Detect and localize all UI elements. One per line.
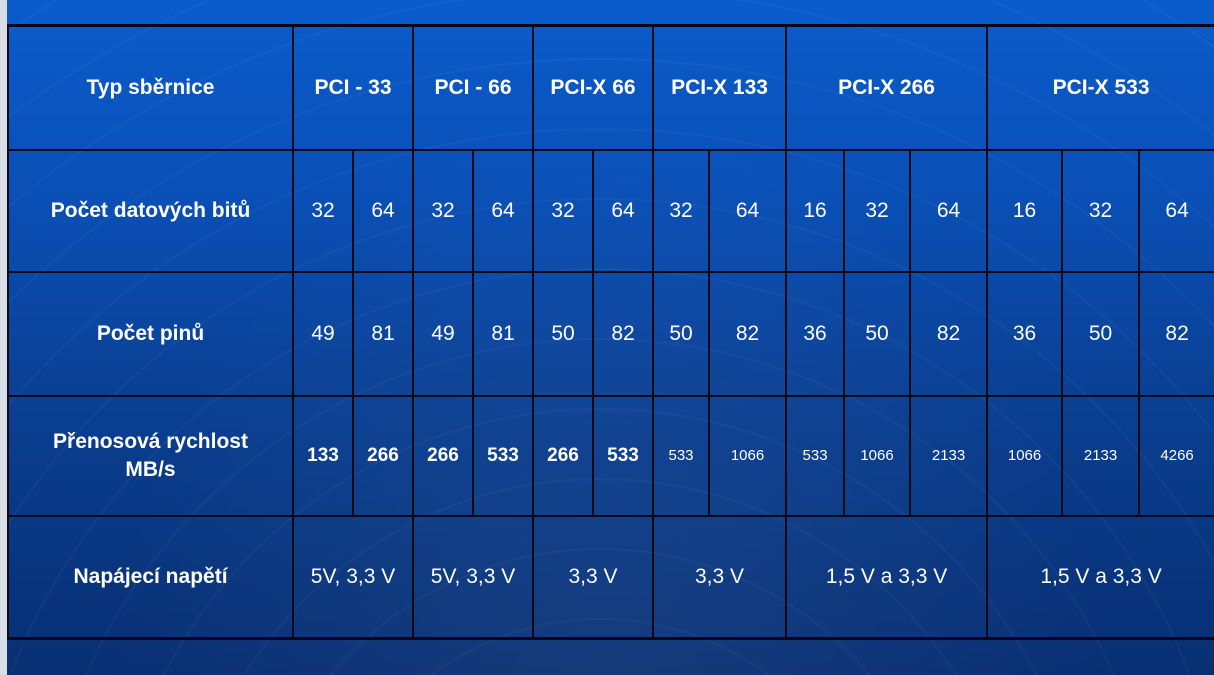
data-bits-cell: 64 xyxy=(909,148,989,273)
transfer-rate-cell: 1066 xyxy=(986,394,1064,517)
pins-cell: 82 xyxy=(591,270,655,397)
transfer-rate-label: Přenosová rychlost MB/s xyxy=(7,394,294,517)
data-bits-cell: 32 xyxy=(843,148,912,273)
transfer-rate-cell: 266 xyxy=(532,394,594,517)
supply-voltage-row: Napájecí napětí 5V, 3,3 V 5V, 3,3 V 3,3 … xyxy=(7,514,1214,640)
bus-header-pci-33: PCI - 33 xyxy=(292,24,414,151)
data-bits-row: Počet datových bitů 32 64 32 64 32 64 32… xyxy=(7,148,1214,273)
pins-cell: 82 xyxy=(909,270,989,397)
bus-header-pci-x-533: PCI-X 533 xyxy=(986,24,1214,151)
transfer-rate-label-line2: MB/s xyxy=(125,457,176,481)
bus-header-pci-x-133: PCI-X 133 xyxy=(652,24,788,151)
transfer-rate-cell: 533 xyxy=(785,394,846,517)
data-bits-cell: 64 xyxy=(1138,148,1214,273)
supply-voltage-cell: 5V, 3,3 V xyxy=(292,514,414,640)
transfer-rate-cell: 133 xyxy=(292,394,354,517)
pins-label: Počet pinů xyxy=(7,270,294,397)
pins-cell: 36 xyxy=(785,270,846,397)
data-bits-cell: 16 xyxy=(986,148,1064,273)
data-bits-cell: 32 xyxy=(412,148,474,273)
data-bits-cell: 64 xyxy=(708,148,788,273)
supply-voltage-cell: 3,3 V xyxy=(531,514,655,640)
pins-cell: 50 xyxy=(532,270,594,397)
transfer-rate-label-line1: Přenosová rychlost xyxy=(53,429,248,453)
transfer-rate-cell: 266 xyxy=(352,394,414,517)
supply-voltage-label: Napájecí napětí xyxy=(7,514,294,640)
transfer-rate-cell: 533 xyxy=(591,394,655,517)
transfer-rate-cell: 1066 xyxy=(843,394,912,517)
data-bits-cell: 64 xyxy=(591,148,655,273)
supply-voltage-cell: 5V, 3,3 V xyxy=(412,514,534,640)
transfer-rate-row: Přenosová rychlost MB/s 133 266 266 533 … xyxy=(7,394,1214,517)
data-bits-cell: 32 xyxy=(532,148,594,273)
supply-voltage-cell: 1,5 V a 3,3 V xyxy=(986,514,1214,640)
pins-cell: 82 xyxy=(708,270,788,397)
header-row: Typ sběrnice PCI - 33 PCI - 66 PCI-X 66 … xyxy=(7,24,1214,151)
data-bits-cell: 32 xyxy=(292,148,354,273)
pins-cell: 49 xyxy=(292,270,354,397)
bus-header-pci-x-266: PCI-X 266 xyxy=(785,24,989,151)
data-bits-label: Počet datových bitů xyxy=(7,148,294,273)
data-bits-cell: 16 xyxy=(785,148,846,273)
supply-voltage-cell: 3,3 V xyxy=(652,514,788,640)
pins-cell: 49 xyxy=(412,270,474,397)
transfer-rate-cell: 1066 xyxy=(708,394,788,517)
data-bits-cell: 64 xyxy=(472,148,534,273)
transfer-rate-cell: 266 xyxy=(412,394,474,517)
transfer-rate-cell: 2133 xyxy=(1061,394,1141,517)
data-bits-cell: 64 xyxy=(352,148,414,273)
transfer-rate-cell: 4266 xyxy=(1138,394,1214,517)
pins-row: Počet pinů 49 81 49 81 50 82 50 82 36 50… xyxy=(7,270,1214,397)
bus-type-label: Typ sběrnice xyxy=(7,24,294,151)
transfer-rate-cell: 533 xyxy=(652,394,711,517)
pci-bus-comparison-table: Typ sběrnice PCI - 33 PCI - 66 PCI-X 66 … xyxy=(7,24,1214,640)
pins-cell: 50 xyxy=(843,270,912,397)
bus-header-pci-66: PCI - 66 xyxy=(412,24,534,151)
pins-cell: 81 xyxy=(472,270,534,397)
supply-voltage-cell: 1,5 V a 3,3 V xyxy=(785,514,989,640)
left-edge-strip xyxy=(0,0,7,675)
pins-cell: 82 xyxy=(1138,270,1214,397)
transfer-rate-cell: 533 xyxy=(472,394,534,517)
pins-cell: 50 xyxy=(652,270,711,397)
data-bits-cell: 32 xyxy=(652,148,711,273)
transfer-rate-cell: 2133 xyxy=(909,394,989,517)
pins-cell: 50 xyxy=(1061,270,1141,397)
data-bits-cell: 32 xyxy=(1061,148,1141,273)
pins-cell: 81 xyxy=(352,270,414,397)
bus-header-pci-x-66: PCI-X 66 xyxy=(531,24,655,151)
pins-cell: 36 xyxy=(986,270,1064,397)
